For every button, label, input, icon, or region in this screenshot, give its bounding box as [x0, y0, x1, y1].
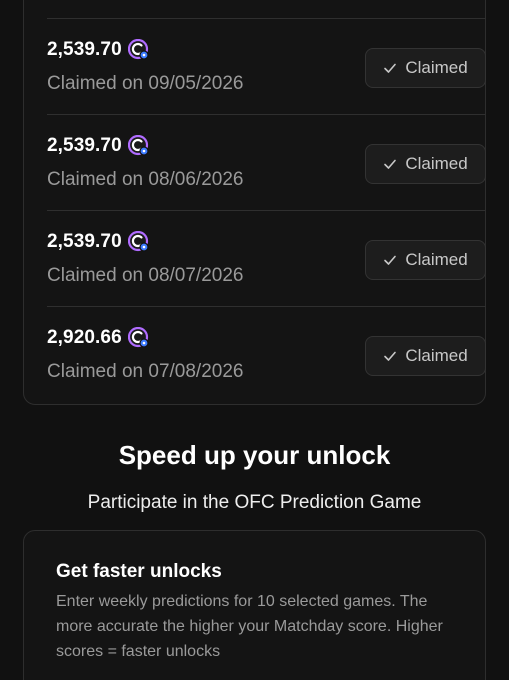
claimed-button-label: Claimed [405, 154, 468, 173]
claimed-button[interactable]: Claimed [365, 144, 486, 184]
claimed-button-label: Claimed [405, 250, 468, 269]
page: 2,539.70 Claimed on 09/05/2026 Claimed 2… [0, 0, 509, 680]
check-icon [384, 351, 397, 361]
claim-amount-line: 2,539.70 [47, 135, 150, 157]
ofc-token-icon [127, 135, 150, 157]
claimed-button[interactable]: Claimed [365, 48, 486, 88]
claim-date: Claimed on 08/06/2026 [47, 169, 244, 190]
claim-amount-line: 2,539.70 [47, 231, 150, 253]
faster-unlocks-card[interactable]: Get faster unlocks Enter weekly predicti… [23, 530, 486, 680]
claims-list-card: 2,539.70 Claimed on 09/05/2026 Claimed 2… [23, 0, 486, 405]
ofc-token-icon [127, 39, 150, 61]
claim-row: 2,539.70 Claimed on 08/06/2026 Claimed [47, 114, 486, 210]
claim-date: Claimed on 09/05/2026 [47, 73, 244, 94]
claim-row: 2,539.70 Claimed on 09/05/2026 Claimed [47, 18, 486, 114]
claim-row: 2,920.66 Claimed on 07/08/2026 Claimed [47, 306, 486, 402]
ofc-token-icon [127, 231, 150, 253]
faster-unlocks-title: Get faster unlocks [56, 561, 222, 582]
check-icon [384, 159, 397, 169]
faster-unlocks-description: Enter weekly predictions for 10 selected… [56, 593, 443, 660]
check-icon [384, 63, 397, 73]
claim-row: 2,539.70 Claimed on 08/07/2026 Claimed [47, 210, 486, 306]
claim-amount-line: 2,920.66 [47, 327, 150, 349]
speed-up-title: Speed up your unlock [118, 440, 391, 470]
claim-amount: 2,539.70 [47, 39, 122, 60]
claim-amount: 2,539.70 [47, 135, 122, 156]
claimed-button[interactable]: Claimed [365, 336, 486, 376]
claimed-button-label: Claimed [405, 346, 468, 365]
claim-amount: 2,920.66 [47, 327, 122, 348]
check-icon [384, 255, 397, 265]
claim-date: Claimed on 07/08/2026 [47, 361, 244, 382]
claim-amount-line: 2,539.70 [47, 39, 150, 61]
claimed-button[interactable]: Claimed [365, 240, 486, 280]
claim-date: Claimed on 08/07/2026 [47, 265, 244, 286]
claimed-button-label: Claimed [405, 58, 468, 77]
claim-amount: 2,539.70 [47, 231, 122, 252]
ofc-token-icon [127, 327, 150, 349]
speed-up-subtitle: Participate in the OFC Prediction Game [87, 492, 422, 513]
